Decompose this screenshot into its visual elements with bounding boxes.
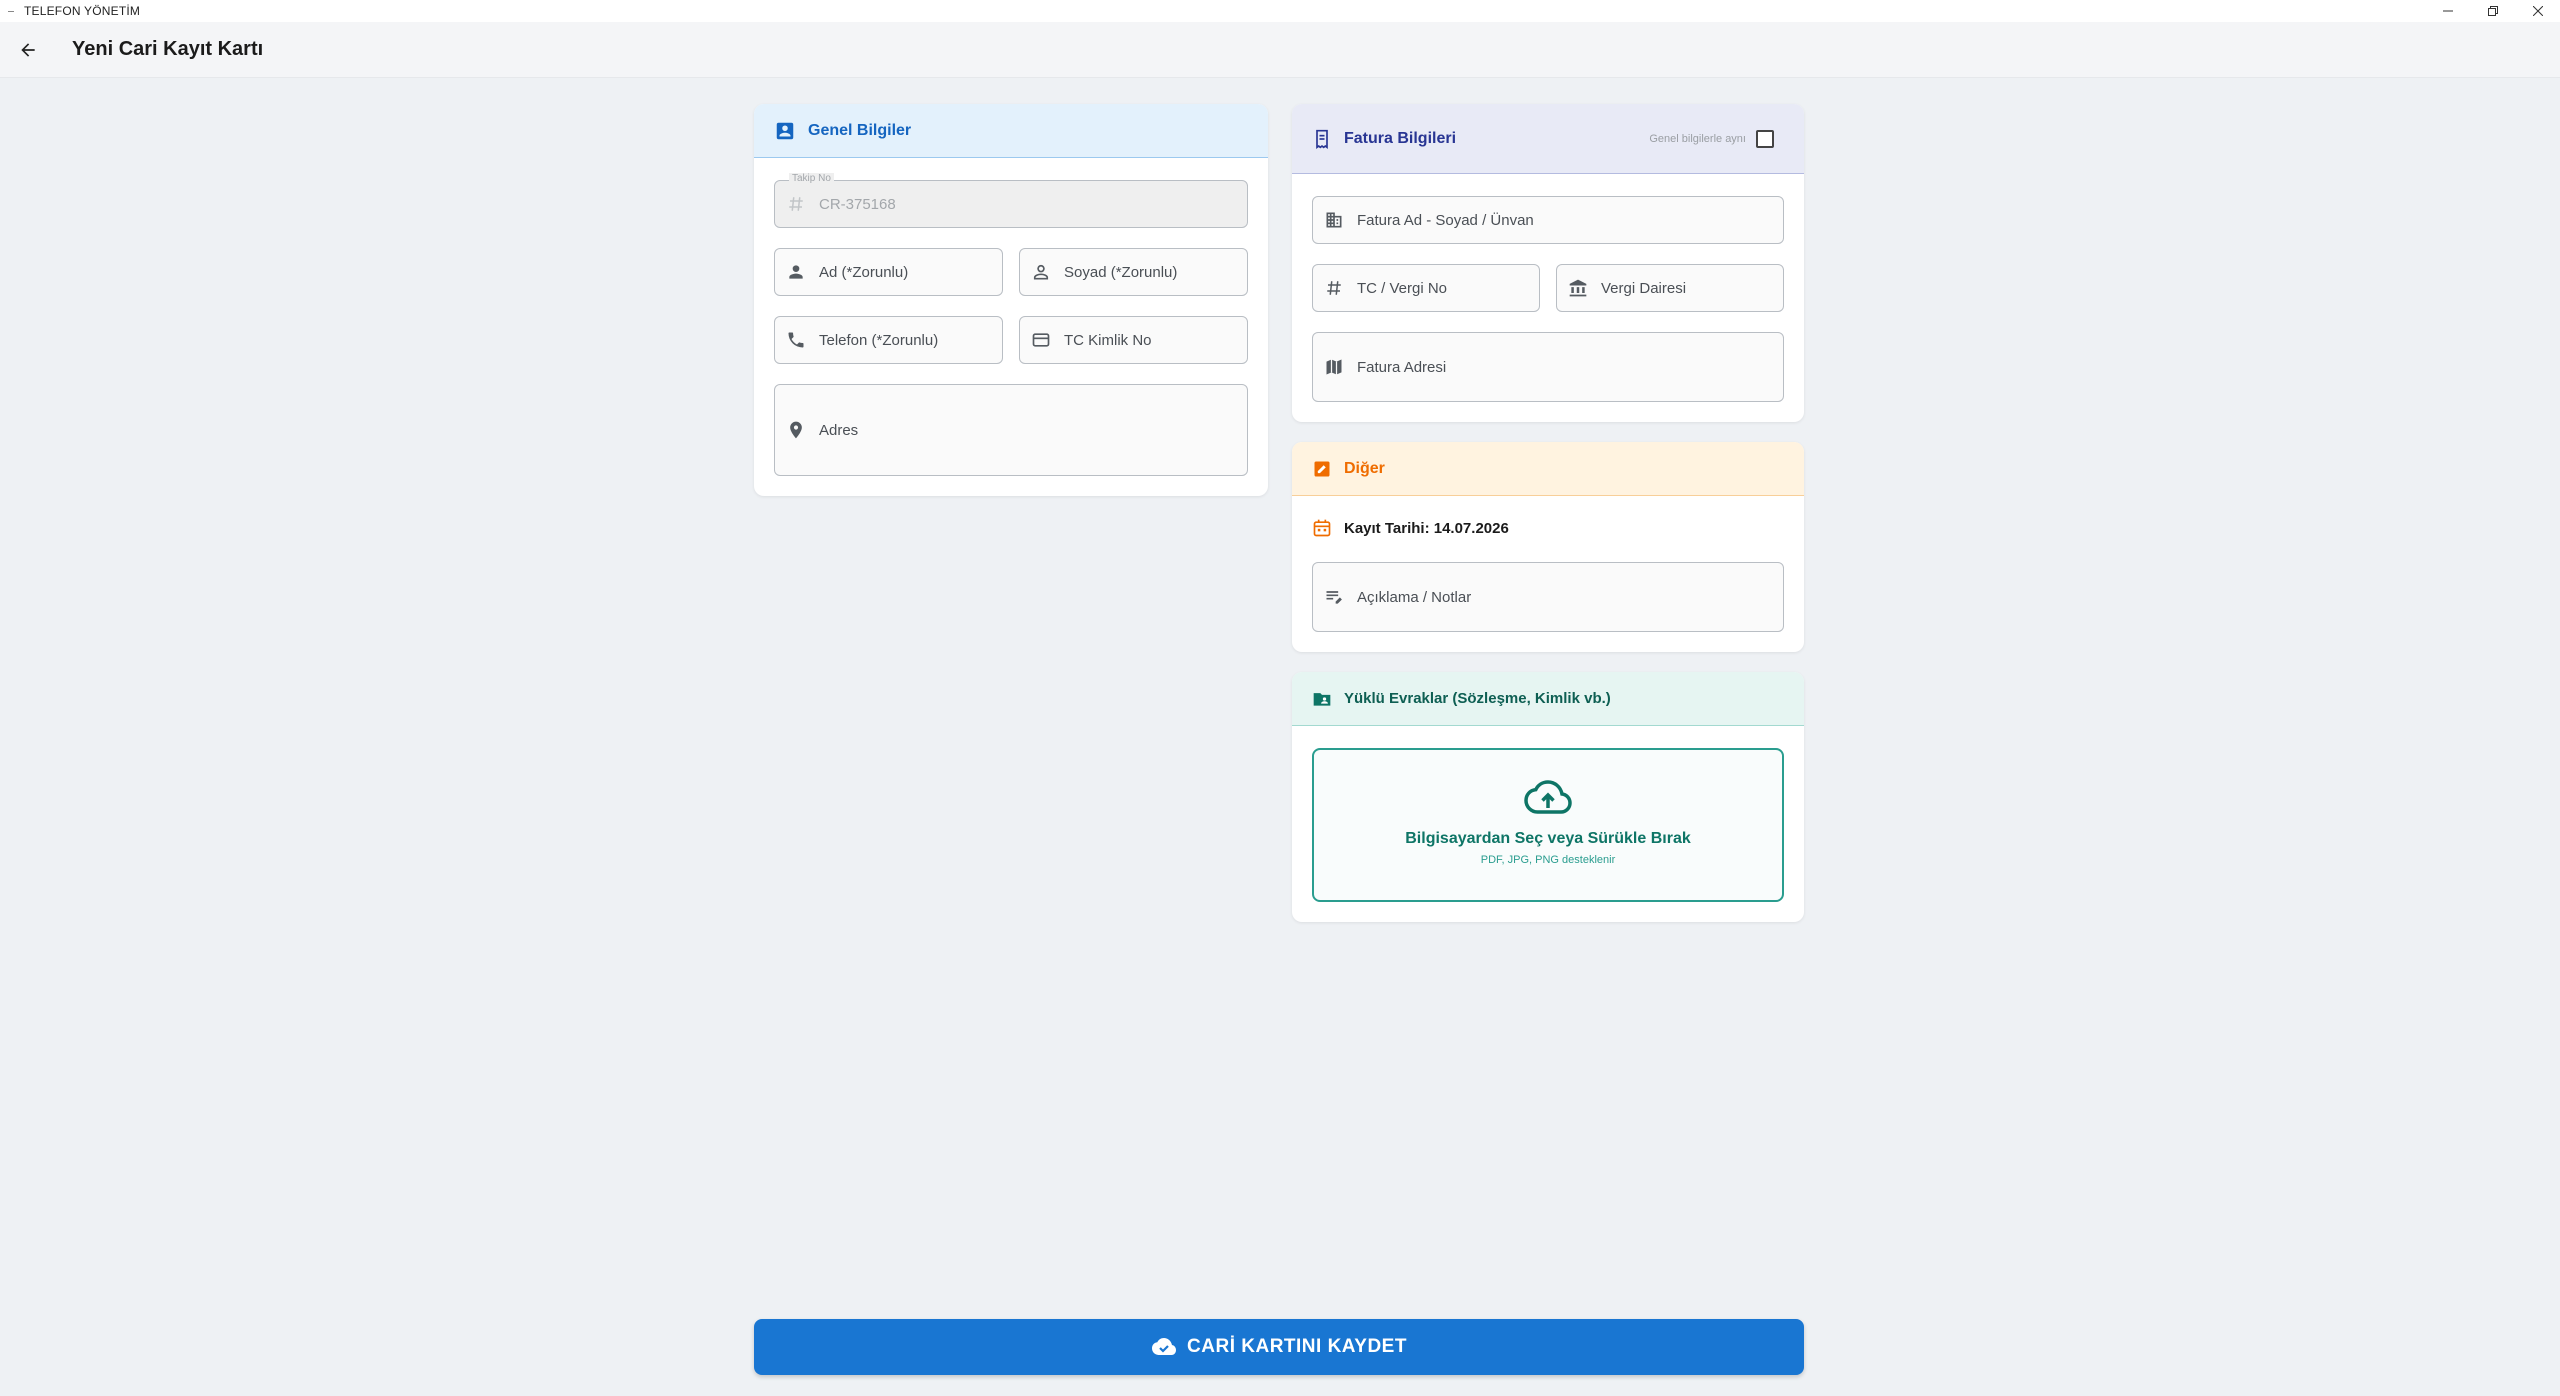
app-bar: Yeni Cari Kayıt Kartı [0, 22, 2560, 78]
hash-icon [785, 193, 807, 215]
tc-id-label: TC Kimlik No [1064, 331, 1152, 349]
id-card-icon [1030, 329, 1052, 351]
notes-icon [1323, 586, 1345, 608]
tax-office-label: Vergi Dairesi [1601, 279, 1687, 297]
invoice-name-input[interactable]: Fatura Ad - Soyad / Ünvan [1312, 196, 1784, 244]
minimize-button[interactable] [2425, 0, 2470, 22]
phone-icon [785, 329, 807, 351]
address-input[interactable]: Adres [774, 384, 1248, 476]
upload-main-text: Bilgisayardan Seç veya Sürükle Bırak [1405, 830, 1691, 847]
cloud-done-icon [1152, 1338, 1177, 1355]
general-info-header: Genel Bilgiler [754, 104, 1268, 158]
invoice-info-title: Fatura Bilgileri [1344, 129, 1457, 147]
tax-office-input[interactable]: Vergi Dairesi [1556, 264, 1784, 312]
general-info-card: Genel Bilgiler Takip No CR-375168 Ad (*Z… [754, 104, 1268, 496]
address-label: Adres [819, 421, 859, 439]
person-icon [785, 261, 807, 283]
folder-shared-icon [1313, 692, 1331, 706]
person-outline-icon [1030, 261, 1052, 283]
back-button[interactable] [8, 30, 48, 70]
documents-header: Yüklü Evraklar (Sözleşme, Kimlik vb.) [1292, 672, 1804, 726]
first-name-label: Ad (*Zorunlu) [819, 263, 909, 281]
last-name-label: Soyad (*Zorunlu) [1064, 263, 1178, 281]
notes-label: Açıklama / Notlar [1357, 588, 1472, 606]
close-icon [2532, 6, 2543, 16]
tc-id-input[interactable]: TC Kimlik No [1019, 316, 1248, 364]
other-card: Diğer Kayıt Tarihi: 14.07.2026 Açıklama … [1292, 442, 1804, 652]
receipt-icon [1316, 129, 1328, 149]
restore-button[interactable] [2470, 0, 2515, 22]
tax-no-label: TC / Vergi No [1357, 279, 1448, 297]
restore-icon [2487, 6, 2498, 16]
invoice-info-card: Fatura Bilgileri Genel bilgilerle aynı F… [1292, 104, 1804, 422]
phone-input[interactable]: Telefon (*Zorunlu) [774, 316, 1003, 364]
tax-no-input[interactable]: TC / Vergi No [1312, 264, 1540, 312]
save-card-button[interactable]: CARİ KARTINI KAYDET [754, 1319, 1804, 1375]
location-pin-icon [785, 419, 807, 441]
tag-hash-icon [1323, 277, 1345, 299]
documents-title: Yüklü Evraklar (Sözleşme, Kimlik vb.) [1344, 690, 1611, 707]
other-header: Diğer [1292, 442, 1804, 496]
other-title: Diğer [1344, 459, 1385, 477]
registration-date-text: Kayıt Tarihi: 14.07.2026 [1344, 519, 1509, 537]
same-as-general-label: Genel bilgilerle aynı [1649, 132, 1746, 145]
tracking-no-value: CR-375168 [819, 195, 896, 213]
business-icon [1323, 209, 1345, 231]
tracking-no-field: Takip No CR-375168 [774, 173, 1248, 228]
upload-hint-text: PDF, JPG, PNG desteklenir [1480, 854, 1616, 866]
invoice-name-label: Fatura Ad - Soyad / Ünvan [1357, 211, 1534, 229]
invoice-address-input[interactable]: Fatura Adresi [1312, 332, 1784, 402]
app-icon [8, 10, 14, 12]
arrow-back-icon [21, 42, 35, 57]
contact-card-icon [776, 122, 794, 139]
first-name-input[interactable]: Ad (*Zorunlu) [774, 248, 1003, 296]
minimize-icon [2442, 10, 2453, 12]
page-title: Yeni Cari Kayıt Kartı [72, 38, 264, 60]
cloud-upload-icon [1524, 780, 1572, 814]
bank-icon [1567, 277, 1589, 299]
documents-card: Yüklü Evraklar (Sözleşme, Kimlik vb.) Bi… [1292, 672, 1804, 922]
general-info-title: Genel Bilgiler [808, 121, 912, 139]
window-controls [2425, 0, 2560, 22]
calendar-icon [1313, 519, 1331, 537]
tracking-no-label: Takip No [789, 173, 834, 185]
invoice-address-label: Fatura Adresi [1357, 358, 1447, 376]
map-icon [1323, 356, 1345, 378]
save-card-label: CARİ KARTINI KAYDET [1187, 1336, 1407, 1357]
edit-note-icon [1314, 461, 1330, 476]
registration-date: Kayıt Tarihi: 14.07.2026 [1312, 518, 1509, 538]
close-button[interactable] [2515, 0, 2560, 22]
last-name-input[interactable]: Soyad (*Zorunlu) [1019, 248, 1248, 296]
notes-input[interactable]: Açıklama / Notlar [1312, 562, 1784, 632]
phone-label: Telefon (*Zorunlu) [819, 331, 939, 349]
window-titlebar: TELEFON YÖNETİM [0, 0, 2560, 22]
invoice-info-header: Fatura Bilgileri Genel bilgilerle aynı [1292, 104, 1804, 174]
file-upload-dropzone[interactable]: Bilgisayardan Seç veya Sürükle Bırak PDF… [1312, 748, 1784, 902]
window-title: TELEFON YÖNETİM [24, 4, 141, 18]
same-as-general-checkbox[interactable] [1756, 129, 1774, 148]
